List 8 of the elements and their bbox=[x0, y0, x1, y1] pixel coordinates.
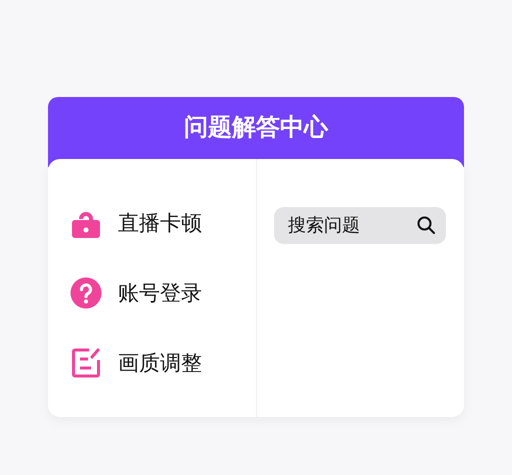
search-field[interactable]: 搜索问题 bbox=[274, 207, 446, 244]
topic-link[interactable]: 账号登录 bbox=[118, 279, 202, 307]
search-icon[interactable] bbox=[416, 215, 436, 235]
edit-icon bbox=[72, 348, 100, 378]
topic-link[interactable]: 直播卡顿 bbox=[118, 209, 202, 237]
card-title: 问题解答中心 bbox=[184, 112, 328, 143]
question-icon bbox=[70, 277, 102, 309]
topic-link[interactable]: 画质调整 bbox=[118, 349, 202, 377]
